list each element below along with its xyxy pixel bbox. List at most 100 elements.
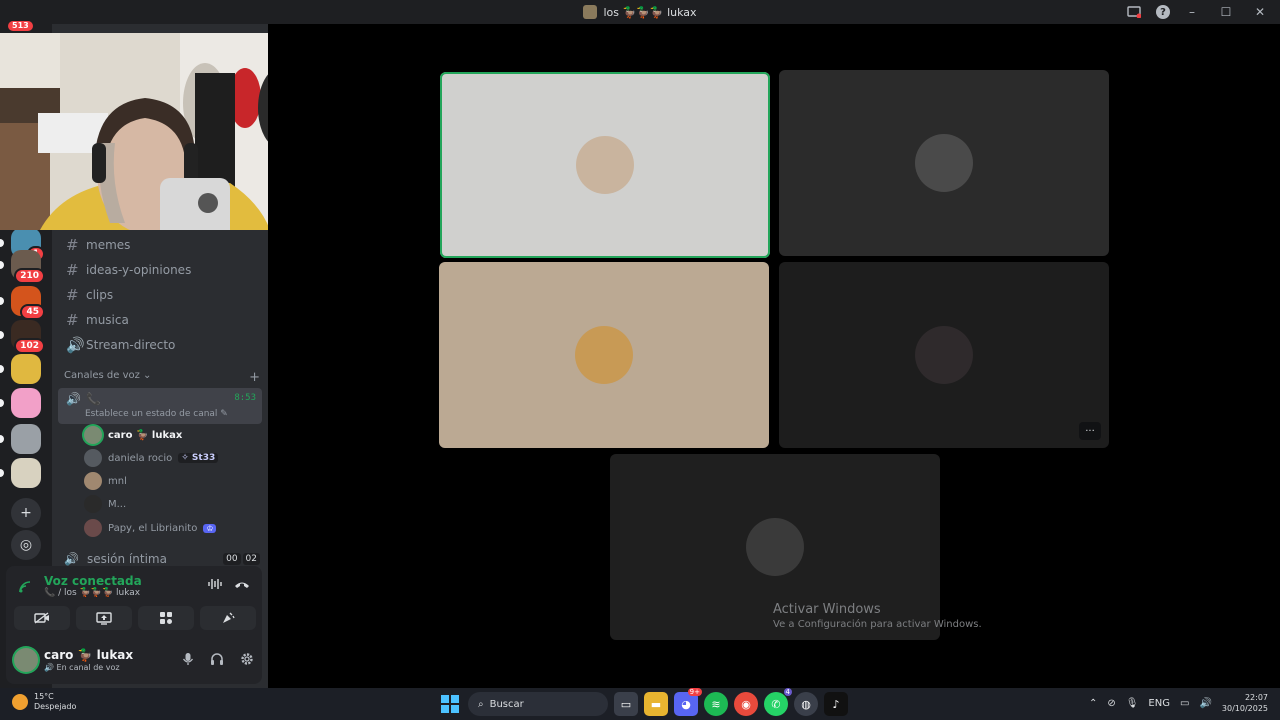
avatar[interactable] xyxy=(14,648,38,672)
channel-name: Stream-directo xyxy=(86,338,176,352)
participant-tile[interactable] xyxy=(779,70,1109,256)
server-icon[interactable] xyxy=(0,424,41,454)
windows-activation-watermark: Activar Windows Ve a Configuración para … xyxy=(773,602,982,630)
voice-user[interactable]: Papy, el Librianito ♔ xyxy=(84,517,217,539)
discord-badge: 9+ xyxy=(687,688,702,696)
explore-icon[interactable]: ◎ xyxy=(11,530,41,560)
mention-badge: 45 xyxy=(20,304,45,320)
chrome-icon[interactable]: ◉ xyxy=(734,692,758,716)
mention-badge: 210 xyxy=(14,268,45,284)
search-icon: ⌕ xyxy=(478,698,484,710)
server-icon[interactable] xyxy=(0,458,41,488)
phone-icon: 📞 xyxy=(86,392,101,406)
language-indicator[interactable]: ENG xyxy=(1148,698,1170,709)
start-button[interactable] xyxy=(438,692,462,716)
signal-icon[interactable] xyxy=(18,580,32,598)
search-box[interactable]: ⌕ Buscar xyxy=(468,692,608,716)
unread-indicator xyxy=(0,331,4,339)
channel-ideas-y-opiniones[interactable]: # ideas-y-opiniones xyxy=(60,258,260,282)
discord-icon[interactable]: ◕ 9+ xyxy=(674,688,702,716)
channel-clips[interactable]: # clips xyxy=(60,283,260,307)
add-server-button[interactable]: + xyxy=(11,498,41,528)
clock[interactable]: 22:07 30/10/2025 xyxy=(1222,692,1268,714)
task-view-icon[interactable]: ▭ xyxy=(614,692,638,716)
avatar xyxy=(84,495,102,513)
help-icon[interactable]: ? xyxy=(1156,5,1170,19)
screen-share-button[interactable] xyxy=(76,606,132,630)
channel-name: memes xyxy=(86,238,131,252)
headphones-icon[interactable] xyxy=(210,652,224,670)
more-options-button[interactable]: ··· xyxy=(1079,422,1101,440)
avatar xyxy=(915,134,973,192)
voice-user-name: daniela rocio xyxy=(108,452,173,464)
whatsapp-badge: 4 xyxy=(783,688,792,696)
active-voice-channel[interactable]: 🔊 📞 8:53 Establece un estado de canal ✎ xyxy=(58,388,262,424)
chevron-down-icon: ⌄ xyxy=(143,370,152,381)
speaker-icon: 🔊 xyxy=(64,552,79,566)
channel-memes[interactable]: # memes xyxy=(60,233,260,257)
app-icon[interactable]: ◍ xyxy=(794,692,818,716)
disconnect-icon[interactable] xyxy=(234,578,250,594)
voice-category[interactable]: Canales de voz ⌄ + xyxy=(64,370,260,385)
voice-connected-label[interactable]: Voz conectada xyxy=(44,574,142,588)
voice-user[interactable]: mnl xyxy=(84,470,127,492)
tiktok-icon[interactable]: ♪ xyxy=(824,692,848,716)
server-icon[interactable] xyxy=(0,354,41,384)
speaker-icon: 🔊 xyxy=(66,392,81,406)
soundboard-button[interactable] xyxy=(200,606,256,630)
weather-widget[interactable]: 15°C Despejado xyxy=(12,692,76,712)
watermark-line-2: Ve a Configuración para activar Windows. xyxy=(773,619,982,630)
clock-time: 22:07 xyxy=(1244,693,1268,702)
file-explorer-icon[interactable]: ▬ xyxy=(644,692,668,716)
channel-musica[interactable]: # musica xyxy=(60,308,260,332)
temperature: 15°C xyxy=(34,692,54,701)
microphone-icon[interactable]: 🎙 xyxy=(1126,698,1139,709)
microphone-icon[interactable] xyxy=(182,652,194,670)
voice-channel-path[interactable]: 📞 / los 🦆🦆🦆 lukax xyxy=(44,588,140,598)
avatar xyxy=(746,518,804,576)
server-icon[interactable] xyxy=(0,388,41,418)
server-icon[interactable]: 210 xyxy=(0,250,45,284)
channel-name: clips xyxy=(86,288,114,302)
unread-indicator xyxy=(0,261,4,269)
inbox-icon[interactable] xyxy=(1122,0,1146,24)
voice-user[interactable]: M... xyxy=(84,493,126,515)
unread-indicator xyxy=(0,399,4,407)
voice-user[interactable]: caro 🦆 lukax xyxy=(84,424,182,446)
whatsapp-icon[interactable]: ✆ 4 xyxy=(764,688,792,716)
minimize-button[interactable]: – xyxy=(1180,0,1204,24)
network-icon[interactable]: ⊘ xyxy=(1107,698,1115,709)
spotify-icon[interactable]: ≋ xyxy=(704,692,728,716)
participant-tile[interactable] xyxy=(440,72,770,258)
server-icon[interactable]: 102 xyxy=(0,320,45,354)
channel-status-prompt[interactable]: Establece un estado de canal ✎ xyxy=(85,409,228,419)
video-stage: ··· xyxy=(268,24,1280,688)
avatar xyxy=(915,326,973,384)
clock-date: 30/10/2025 xyxy=(1221,704,1268,713)
noise-suppression-icon[interactable] xyxy=(208,578,222,594)
close-button[interactable]: ✕ xyxy=(1248,0,1272,24)
camera-off-button[interactable] xyxy=(14,606,70,630)
watermark-line-1: Activar Windows xyxy=(773,602,881,617)
voice-user[interactable]: daniela rocio ✧ St33 xyxy=(84,447,219,469)
participant-tile[interactable]: ··· xyxy=(779,262,1109,448)
add-channel-button[interactable]: + xyxy=(249,370,260,385)
user-limit: 02 xyxy=(242,553,260,565)
mentions-badge: 513 xyxy=(8,21,33,31)
user-panel[interactable]: caro 🦆 lukax 🔊 En canal de voz xyxy=(14,646,254,678)
server-icon[interactable]: 45 xyxy=(0,286,45,320)
volume-icon[interactable]: 🔊 xyxy=(1199,698,1211,709)
participant-tile[interactable] xyxy=(439,262,769,448)
window-title: los 🦆🦆🦆 lukax xyxy=(583,5,697,19)
voice-user-name: Papy, el Librianito xyxy=(108,522,198,534)
activities-button[interactable] xyxy=(138,606,194,630)
gear-icon[interactable] xyxy=(240,652,254,670)
avatar xyxy=(575,326,633,384)
maximize-button[interactable]: ☐ xyxy=(1214,0,1238,24)
channel-stream-directo[interactable]: 🔊 Stream-directo xyxy=(60,333,260,357)
chevron-up-icon[interactable]: ⌃ xyxy=(1089,698,1097,709)
speaker-icon: 🔊 xyxy=(66,336,85,354)
voice-timer: 8:53 xyxy=(234,393,256,403)
display-icon[interactable]: ▭ xyxy=(1180,698,1189,709)
voice-category-label: Canales de voz xyxy=(64,370,140,381)
